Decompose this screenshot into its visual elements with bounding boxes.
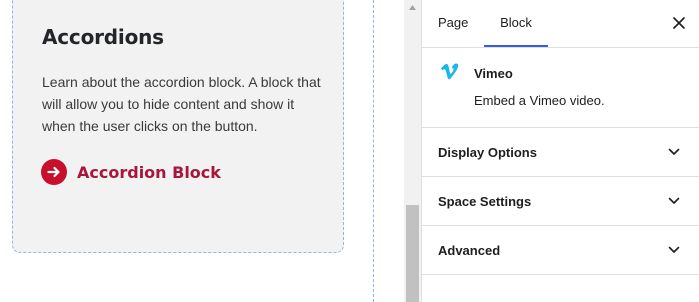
panel-title: Space Settings <box>438 194 532 209</box>
block-description: Embed a Vimeo video. <box>474 93 605 108</box>
card-title[interactable]: Accordions <box>42 25 164 49</box>
accordion-card[interactable]: Accordions Learn about the accordion blo… <box>12 0 344 253</box>
panel-display-options[interactable]: Display Options <box>422 128 699 177</box>
editor-canvas: Accordions Learn about the accordion blo… <box>0 0 404 302</box>
block-name: Vimeo <box>474 66 513 81</box>
tab-block[interactable]: Block <box>484 0 548 47</box>
scroll-up-arrow-icon[interactable] <box>404 0 421 14</box>
arrow-right-glyph <box>47 166 60 178</box>
chevron-down-icon <box>668 246 680 253</box>
accordion-block-link[interactable]: Accordion Block <box>41 159 221 185</box>
panel-space-settings[interactable]: Space Settings <box>422 177 699 226</box>
sidebar-tabs: Page Block <box>422 0 699 48</box>
arrow-right-circle-icon <box>41 159 67 185</box>
vimeo-icon <box>441 63 459 80</box>
chevron-down-icon <box>668 148 680 155</box>
close-icon <box>673 17 685 29</box>
card-description[interactable]: Learn about the accordion block. A block… <box>42 71 327 137</box>
close-sidebar-button[interactable] <box>670 14 688 32</box>
settings-sidebar: Page Block Vimeo Embed a Vimeo video. Di… <box>421 0 699 302</box>
panel-title: Advanced <box>438 243 501 258</box>
canvas-scrollbar[interactable] <box>404 0 421 302</box>
accordion-block-link-label: Accordion Block <box>77 162 221 182</box>
panel-title: Display Options <box>438 145 537 160</box>
tab-page[interactable]: Page <box>438 0 468 47</box>
panel-advanced[interactable]: Advanced <box>422 226 699 275</box>
column-guide-line <box>373 0 374 302</box>
block-card: Vimeo Embed a Vimeo video. <box>422 48 699 128</box>
scrollbar-thumb[interactable] <box>406 205 419 302</box>
chevron-down-icon <box>668 197 680 204</box>
